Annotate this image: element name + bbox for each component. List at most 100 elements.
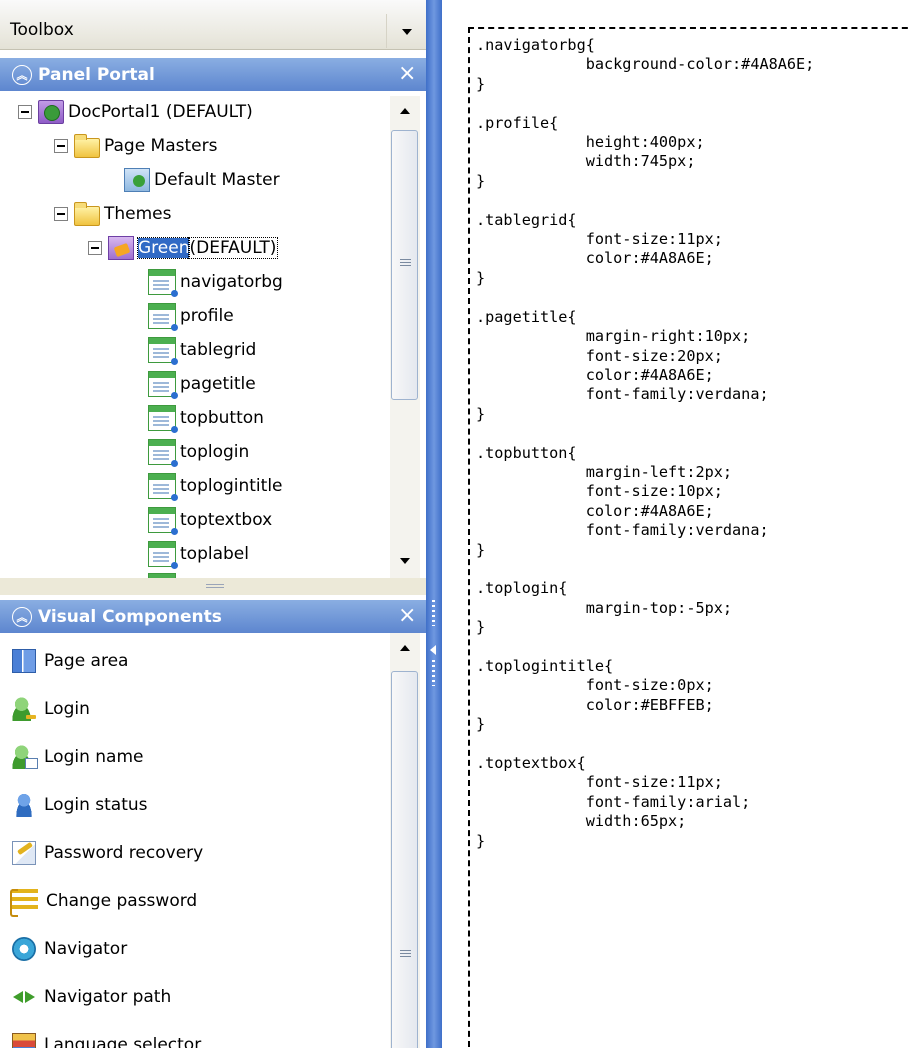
stylesheet-icon — [148, 507, 178, 535]
collapse-toggle-icon[interactable] — [54, 207, 68, 221]
tree-item-style[interactable]: pagetitle — [148, 368, 256, 400]
tree-item-page-masters[interactable]: Page Masters — [54, 130, 217, 162]
navigator-path-icon — [12, 985, 36, 1009]
default-suffix: (DEFAULT) — [188, 237, 279, 259]
component-login-status[interactable]: Login status — [12, 785, 148, 825]
portal-tree: DocPortal1 (DEFAULT) Page Masters Defaul… — [8, 96, 418, 578]
stylesheet-icon — [148, 405, 178, 433]
panel-portal-header[interactable]: ︽ Panel Portal × — [0, 58, 426, 91]
tree-item-style-partial[interactable] — [148, 570, 180, 578]
component-navigator[interactable]: Navigator — [12, 929, 127, 969]
component-label: Navigator — [44, 939, 128, 959]
page-area-icon — [12, 649, 36, 673]
tree-item-label: pagetitle — [180, 374, 256, 394]
toolbox-pane: Toolbox ︽ Panel Portal × DocPortal1 (DEF… — [0, 0, 426, 1048]
login-status-icon — [12, 793, 36, 817]
visual-components-title: Visual Components — [38, 607, 222, 627]
component-navigator-path[interactable]: Navigator path — [12, 977, 171, 1017]
panel-resize-handle[interactable] — [0, 578, 426, 595]
tree-item-label: DocPortal1 (DEFAULT) — [68, 102, 253, 122]
stylesheet-icon — [148, 269, 178, 297]
page-master-icon — [124, 168, 150, 192]
tree-item-label: Default Master — [154, 170, 280, 190]
components-scrollbar[interactable] — [390, 633, 420, 1048]
theme-icon — [108, 236, 134, 260]
stylesheet-icon — [148, 303, 178, 331]
component-label: Change password — [46, 891, 198, 911]
navigator-icon — [12, 937, 36, 961]
tree-item-style[interactable]: navigatorbg — [148, 266, 283, 298]
component-language-selector[interactable]: Language selector — [12, 1025, 201, 1048]
tree-item-style[interactable]: topbutton — [148, 402, 264, 434]
scroll-up-icon[interactable] — [400, 108, 410, 114]
login-icon — [12, 697, 36, 721]
tree-item-label: toptextbox — [180, 510, 273, 530]
change-password-icon — [10, 889, 38, 917]
collapse-toggle-icon[interactable] — [88, 241, 102, 255]
component-page-area[interactable]: Page area — [12, 641, 128, 681]
tree-item-style[interactable]: toptextbox — [148, 504, 272, 536]
tree-item-label: toplogin — [180, 442, 250, 462]
pane-splitter[interactable] — [426, 0, 442, 1048]
tree-item-style[interactable]: toplabel — [148, 538, 249, 570]
collapse-toggle-icon[interactable] — [18, 105, 32, 119]
css-editor[interactable]: .navigatorbg{ background-color:#4A8A6E; … — [442, 0, 909, 1048]
tree-item-default-master[interactable]: Default Master — [124, 164, 280, 196]
scrollbar-thumb[interactable] — [391, 671, 418, 1048]
scroll-up-icon[interactable] — [400, 645, 410, 651]
tree-item-label: toplabel — [180, 544, 249, 564]
component-label: Navigator path — [44, 987, 172, 1007]
component-label: Login name — [44, 747, 144, 767]
tree-item-theme-green[interactable]: Green (DEFAULT) — [88, 232, 279, 264]
portal-icon — [38, 100, 64, 124]
tree-item-label: toplogintitle — [180, 476, 283, 496]
component-label: Language selector — [44, 1035, 202, 1048]
tree-item-label: tablegrid — [180, 340, 257, 360]
tree-item-style[interactable]: profile — [148, 300, 234, 332]
toolbox-header: Toolbox — [0, 0, 426, 50]
scroll-down-icon[interactable] — [400, 558, 410, 564]
language-selector-icon — [12, 1033, 36, 1048]
panel-portal-title: Panel Portal — [38, 65, 155, 85]
stylesheet-icon — [148, 337, 178, 365]
password-recovery-icon — [12, 841, 36, 865]
component-change-password[interactable]: Change password — [10, 881, 198, 921]
folder-icon — [74, 134, 100, 158]
collapse-arrow-icon[interactable] — [430, 645, 436, 655]
toolbox-title: Toolbox — [10, 20, 74, 40]
scrollbar-thumb[interactable] — [391, 130, 418, 400]
component-login-name[interactable]: Login name — [12, 737, 143, 777]
collapse-chevron-icon[interactable]: ︽ — [12, 607, 32, 627]
tree-scrollbar[interactable] — [390, 96, 420, 578]
close-icon[interactable]: × — [398, 61, 416, 86]
toolbox-dropdown-button[interactable] — [386, 14, 426, 48]
tree-item-portal[interactable]: DocPortal1 (DEFAULT) — [18, 96, 253, 128]
stylesheet-icon — [148, 371, 178, 399]
component-label: Login — [44, 699, 90, 719]
tree-item-label-selected: Green — [136, 237, 191, 259]
component-login[interactable]: Login — [12, 689, 90, 729]
component-label: Password recovery — [44, 843, 204, 863]
stylesheet-icon — [148, 439, 178, 467]
tree-item-label: navigatorbg — [180, 272, 283, 292]
tree-item-themes[interactable]: Themes — [54, 198, 172, 230]
tree-item-style[interactable]: tablegrid — [148, 334, 256, 366]
collapse-toggle-icon[interactable] — [54, 139, 68, 153]
tree-item-label: Themes — [104, 204, 172, 224]
visual-components-list: Page area Login Login name Login status … — [0, 633, 426, 1048]
tree-item-label: profile — [180, 306, 234, 326]
close-icon[interactable]: × — [398, 603, 416, 628]
tree-item-label: Page Masters — [104, 136, 218, 156]
visual-components-header[interactable]: ︽ Visual Components × — [0, 600, 426, 633]
stylesheet-icon — [148, 473, 178, 501]
component-label: Login status — [44, 795, 148, 815]
collapse-chevron-icon[interactable]: ︽ — [12, 65, 32, 85]
tree-item-style[interactable]: toplogin — [148, 436, 249, 468]
login-name-icon — [12, 745, 38, 769]
css-code[interactable]: .navigatorbg{ background-color:#4A8A6E; … — [476, 36, 814, 851]
tree-item-style[interactable]: toplogintitle — [148, 470, 283, 502]
stylesheet-icon — [148, 541, 178, 569]
folder-icon — [74, 202, 100, 226]
component-password-recovery[interactable]: Password recovery — [12, 833, 203, 873]
component-label: Page area — [44, 651, 129, 671]
